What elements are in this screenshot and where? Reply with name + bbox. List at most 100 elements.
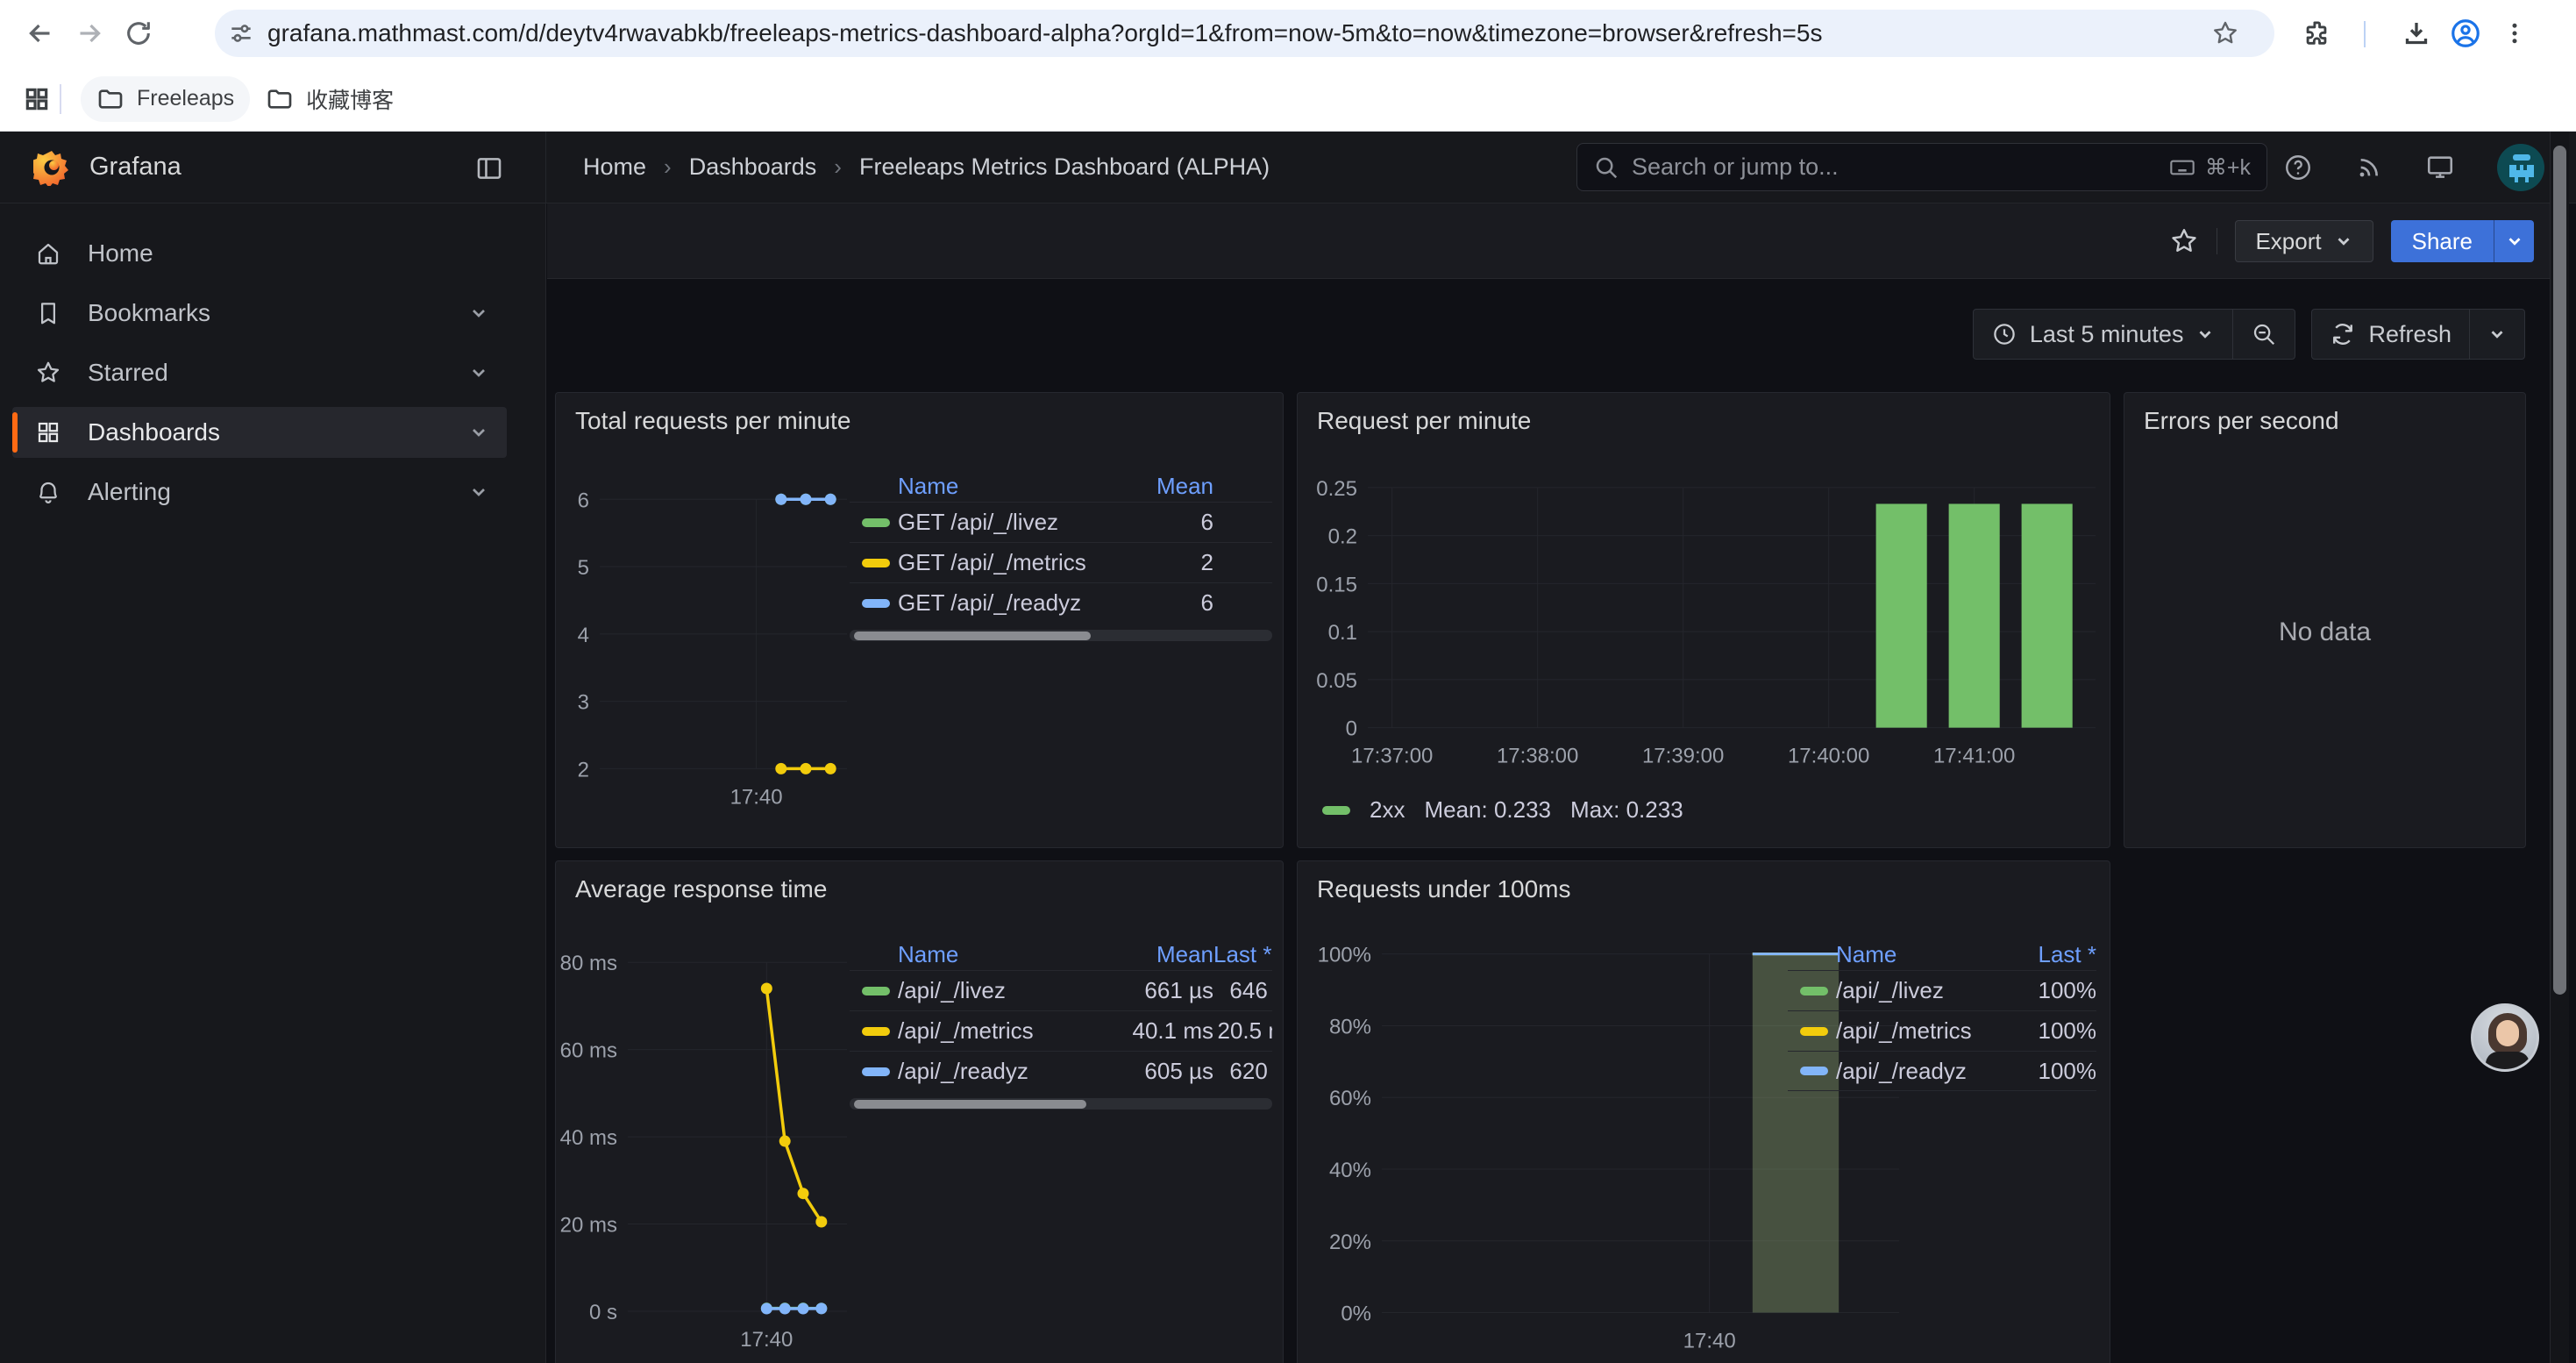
- bookmarks-bar: Freeleaps 收藏博客: [0, 67, 2576, 132]
- time-range-picker[interactable]: Last 5 minutes: [1974, 310, 2233, 359]
- sidebar-item-alerting[interactable]: Alerting: [12, 467, 507, 517]
- search-icon: [1593, 154, 1619, 181]
- url-input[interactable]: [267, 19, 2211, 47]
- legend-series-name[interactable]: /api/_/metrics: [1836, 1017, 1994, 1045]
- legend-series-name[interactable]: /api/_/readyz: [1836, 1058, 1994, 1085]
- bookmark-label: Freeleaps: [137, 86, 234, 111]
- panel-title: Request per minute: [1317, 407, 1531, 435]
- chevron-down-icon[interactable]: [468, 482, 489, 503]
- legend-header-mean[interactable]: Mean: [1117, 941, 1213, 968]
- legend-row: /api/_/metrics40.1 ms20.5 ms: [850, 1010, 1272, 1051]
- svg-text:0.05: 0.05: [1316, 669, 1357, 693]
- news-rss-icon[interactable]: [2355, 153, 2383, 182]
- clock-icon: [1991, 321, 2017, 347]
- svg-text:4: 4: [578, 624, 589, 647]
- svg-text:3: 3: [578, 691, 589, 715]
- legend-clip: NameMeanLast */api/_/livez661 µs646 µs/a…: [850, 938, 1272, 1110]
- breadcrumb-home[interactable]: Home: [583, 153, 646, 181]
- sidebar-toggle-icon[interactable]: [472, 151, 507, 186]
- sidebar-item-starred[interactable]: Starred: [12, 347, 507, 398]
- legend-header-name[interactable]: Name: [898, 473, 1117, 500]
- legend-table: NameMeanGET /api/_/livez6GET /api/_/metr…: [850, 470, 1272, 641]
- help-icon[interactable]: [2283, 153, 2313, 182]
- legend-value-mean: 2: [1117, 549, 1213, 576]
- legend-series-name[interactable]: GET /api/_/livez: [898, 509, 1117, 536]
- download-icon[interactable]: [2392, 9, 2441, 58]
- svg-text:17:38:00: 17:38:00: [1497, 745, 1578, 768]
- legend-value-mean: 605 µs: [1117, 1058, 1213, 1085]
- average-response-chart[interactable]: 80 ms60 ms40 ms20 ms0 s17:40: [628, 947, 847, 1324]
- panel-title: Total requests per minute: [575, 407, 850, 435]
- legend-header-name[interactable]: Name: [1836, 941, 1994, 968]
- favorite-star-icon[interactable]: [2169, 226, 2199, 256]
- chevron-down-icon[interactable]: [468, 422, 489, 443]
- series-swatch: [1800, 1027, 1828, 1036]
- grafana-logo-icon[interactable]: [33, 149, 70, 186]
- address-bar[interactable]: [215, 10, 2274, 57]
- sidebar-item-label: Dashboards: [88, 418, 468, 446]
- chevron-down-icon[interactable]: [468, 362, 489, 383]
- svg-text:5: 5: [578, 556, 589, 580]
- search-bar[interactable]: ⌘+k: [1576, 143, 2267, 191]
- legend-value-last: 100%: [1994, 1058, 2096, 1085]
- legend-stat-mean: Mean: 0.233: [1424, 796, 1551, 824]
- apps-grid-icon[interactable]: [23, 85, 51, 113]
- browser-toolbar: [0, 0, 2576, 67]
- chevron-down-icon[interactable]: [468, 303, 489, 324]
- legend-series-name[interactable]: GET /api/_/readyz: [898, 589, 1117, 617]
- avatar-body: [2486, 1052, 2530, 1072]
- sidebar-item-label: Starred: [88, 359, 468, 387]
- site-settings-icon[interactable]: [227, 19, 255, 47]
- legend-header-name[interactable]: Name: [898, 941, 1117, 968]
- legend-header-last[interactable]: Last *: [1994, 941, 2096, 968]
- share-button-group: Share: [2391, 220, 2534, 262]
- legend-series-name[interactable]: /api/_/livez: [1836, 977, 1994, 1004]
- forward-icon[interactable]: [65, 9, 114, 58]
- reload-icon[interactable]: [114, 9, 163, 58]
- svg-text:17:41:00: 17:41:00: [1933, 745, 2015, 768]
- panel-total-requests-per-minute: Total requests per minute 6543217:40 Nam…: [555, 392, 1284, 848]
- extensions-icon[interactable]: [2292, 9, 2341, 58]
- legend-series-name[interactable]: GET /api/_/metrics: [898, 549, 1117, 576]
- share-dropdown-button[interactable]: [2494, 220, 2534, 262]
- legend-scrollbar-thumb[interactable]: [854, 632, 1091, 640]
- legend-series-name[interactable]: 2xx: [1370, 796, 1405, 824]
- kiosk-monitor-icon[interactable]: [2425, 153, 2455, 182]
- share-button[interactable]: Share: [2391, 220, 2494, 262]
- legend-value-last: 100%: [1994, 977, 2096, 1004]
- user-avatar[interactable]: [2497, 144, 2544, 191]
- legend-header-mean[interactable]: Mean: [1117, 473, 1213, 500]
- menu-kebab-icon[interactable]: [2490, 9, 2539, 58]
- legend-header-last[interactable]: Last *: [1213, 941, 1272, 968]
- legend-series-name[interactable]: /api/_/metrics: [898, 1017, 1117, 1045]
- refresh-interval-dropdown[interactable]: [2469, 310, 2524, 359]
- legend-scrollbar-thumb[interactable]: [854, 1100, 1086, 1109]
- refresh-button[interactable]: Refresh: [2312, 310, 2469, 359]
- legend-header-row: NameMean: [850, 470, 1272, 502]
- request-per-minute-chart[interactable]: 0.250.20.150.10.05017:37:0017:38:0017:39…: [1368, 477, 2096, 737]
- export-button[interactable]: Export: [2235, 220, 2373, 262]
- profile-icon[interactable]: [2441, 9, 2490, 58]
- sidebar-item-home[interactable]: Home: [12, 228, 507, 279]
- svg-text:80%: 80%: [1329, 1015, 1371, 1038]
- bookmark-folder-blogs[interactable]: 收藏博客: [250, 76, 409, 122]
- legend-series-name[interactable]: /api/_/livez: [898, 977, 1117, 1004]
- legend-value-mean: 661 µs: [1117, 977, 1213, 1004]
- legend-series-name[interactable]: /api/_/readyz: [898, 1058, 1117, 1085]
- series-swatch: [862, 1067, 890, 1076]
- floating-assistant-avatar[interactable]: [2471, 1003, 2539, 1072]
- back-icon[interactable]: [16, 9, 65, 58]
- sidebar-item-bookmarks[interactable]: Bookmarks: [12, 288, 507, 339]
- svg-text:17:39:00: 17:39:00: [1642, 745, 1724, 768]
- svg-text:6: 6: [578, 489, 589, 512]
- page-scrollbar-thumb[interactable]: [2553, 146, 2566, 995]
- breadcrumb-dashboards[interactable]: Dashboards: [689, 153, 817, 181]
- total-requests-chart[interactable]: 6543217:40: [600, 488, 847, 779]
- bookmark-folder-freeleaps[interactable]: Freeleaps: [81, 76, 250, 122]
- zoom-out-button[interactable]: [2232, 310, 2295, 359]
- bookmark-star-icon[interactable]: [2211, 19, 2239, 47]
- legend-value-mean: 6: [1117, 589, 1213, 617]
- search-input[interactable]: [1632, 153, 2168, 181]
- sidebar-item-dashboards[interactable]: Dashboards: [12, 407, 507, 458]
- legend-row: GET /api/_/readyz6: [850, 582, 1272, 623]
